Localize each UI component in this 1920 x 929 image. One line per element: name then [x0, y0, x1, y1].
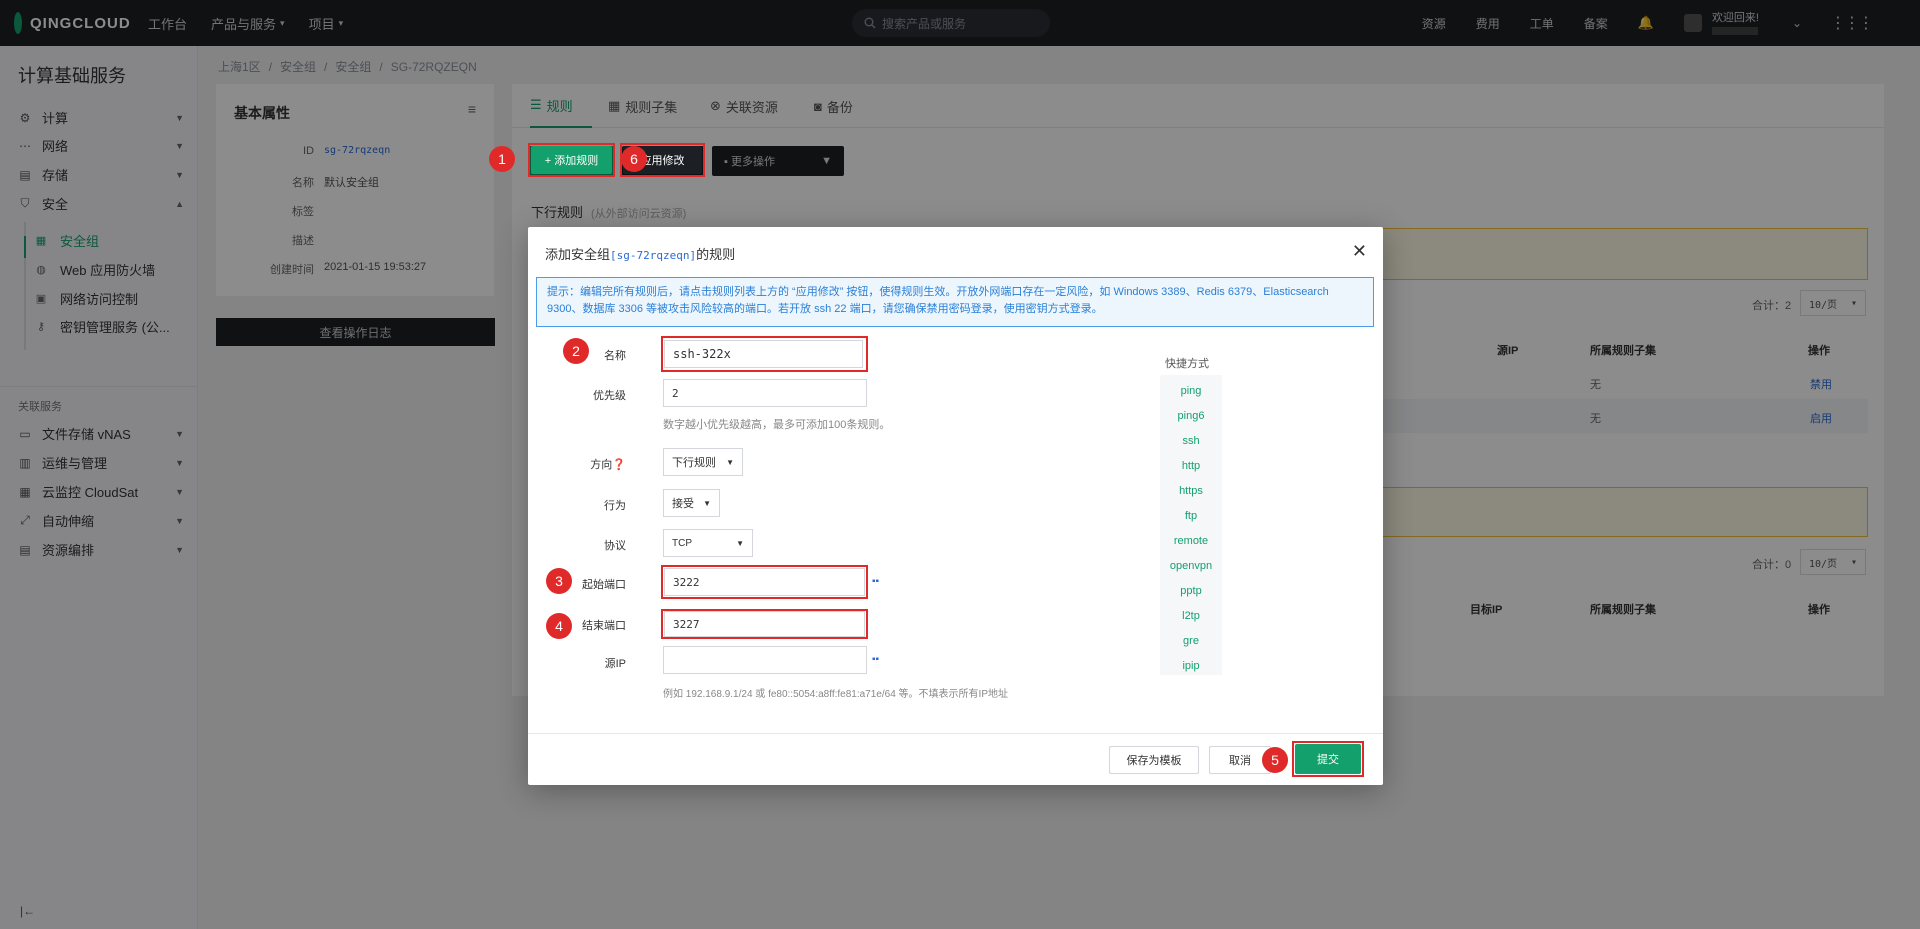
direction-select[interactable]: 下行规则 ▼ [663, 448, 743, 476]
quick-ssh[interactable]: ssh [1160, 435, 1222, 447]
priority-input[interactable]: 2 [663, 379, 867, 407]
quick-pptp[interactable]: pptp [1160, 585, 1222, 597]
caret-down-icon: ▼ [726, 457, 734, 467]
annotation-badge: 4 [546, 613, 572, 639]
quick-ping6[interactable]: ping6 [1160, 410, 1222, 422]
quick-title: 快捷方式 [1165, 358, 1209, 370]
submit-button[interactable]: 提交 [1295, 744, 1361, 774]
dialog-title: 添加安全组[sg-72rqzeqn]的规则 [545, 247, 736, 262]
grid-icon[interactable]: ▪▪ [872, 654, 879, 665]
quick-l2tp[interactable]: l2tp [1160, 610, 1222, 622]
add-rule-button[interactable]: + 添加规则 [531, 146, 612, 174]
quick-ftp[interactable]: ftp [1160, 510, 1222, 522]
source-ip-input[interactable] [663, 646, 867, 674]
annotation-badge: 6 [621, 146, 647, 172]
grid-icon[interactable]: ▪▪ [872, 576, 879, 587]
quick-remote[interactable]: remote [1160, 535, 1222, 547]
annotation-badge: 5 [1262, 747, 1288, 773]
caret-down-icon: ▼ [736, 538, 744, 548]
annotation-badge: 1 [489, 146, 515, 172]
action-select[interactable]: 接受 ▼ [663, 489, 720, 517]
quick-ipip[interactable]: ipip [1160, 660, 1222, 672]
quick-openvpn[interactable]: openvpn [1160, 560, 1222, 572]
quick-gre[interactable]: gre [1160, 635, 1222, 647]
tip-banner: 提示：编辑完所有规则后，请点击规则列表上方的 “应用修改” 按钮，使得规则生效。… [536, 277, 1374, 327]
quick-ping[interactable]: ping [1160, 385, 1222, 397]
caret-down-icon: ▼ [703, 498, 711, 508]
rule-name-input[interactable]: ssh-322x [664, 340, 863, 368]
quick-shortcuts: ping ping6 ssh http https ftp remote ope… [1160, 375, 1222, 675]
quick-https[interactable]: https [1160, 485, 1222, 497]
quick-http[interactable]: http [1160, 460, 1222, 472]
annotation-badge: 2 [563, 338, 589, 364]
add-rule-dialog: 添加安全组[sg-72rqzeqn]的规则 ✕ 提示：编辑完所有规则后，请点击规… [528, 227, 1383, 785]
close-icon[interactable]: ✕ [1352, 241, 1367, 262]
save-template-button[interactable]: 保存为模板 [1109, 746, 1199, 774]
protocol-select[interactable]: TCP ▼ [663, 529, 753, 557]
annotation-badge: 3 [546, 568, 572, 594]
start-port-input[interactable]: 3222 [664, 568, 865, 596]
end-port-input[interactable]: 3227 [664, 611, 865, 637]
